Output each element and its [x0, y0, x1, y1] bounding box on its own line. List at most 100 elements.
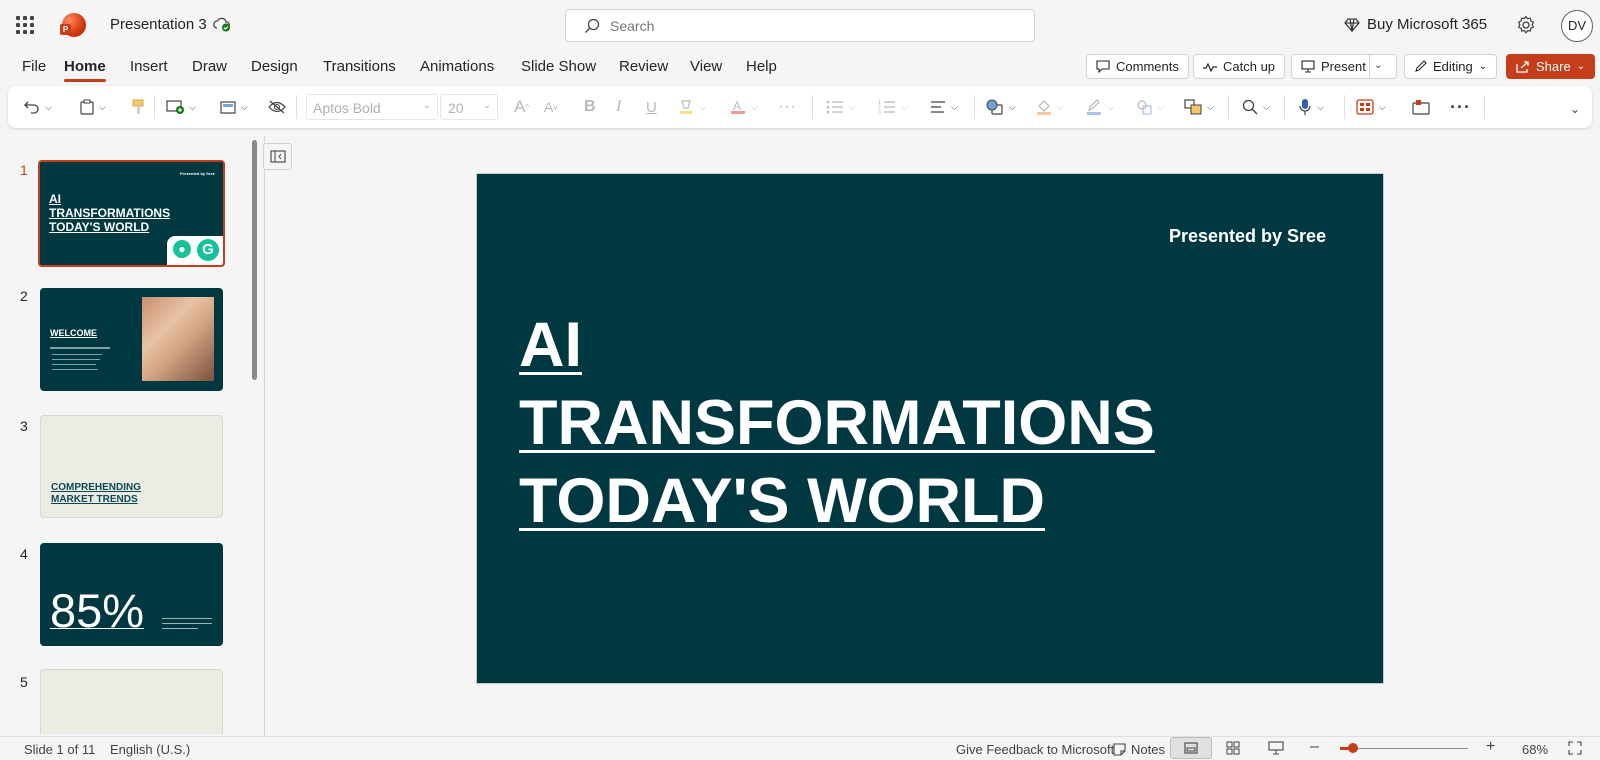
eye-off-icon — [268, 100, 286, 114]
notes-button[interactable]: Notes — [1113, 742, 1165, 757]
clipboard-icon — [80, 99, 94, 115]
designer-button[interactable]: ⌵ — [1356, 96, 1386, 118]
zoom-slider[interactable] — [1340, 743, 1468, 753]
shapes-button[interactable]: ⌵ — [986, 96, 1016, 118]
buy-microsoft-365-link[interactable]: Buy Microsoft 365 — [1344, 16, 1487, 33]
shape-outline-button[interactable]: ⌵ — [1086, 96, 1114, 118]
tab-review[interactable]: Review — [619, 58, 668, 75]
zoom-in-icon[interactable]: + — [1486, 738, 1495, 756]
search-input[interactable] — [610, 17, 990, 34]
thumb-text-line — [50, 347, 110, 349]
find-button[interactable]: ⌵ — [1242, 96, 1270, 118]
hide-slide-button[interactable] — [268, 96, 286, 118]
slide-number: 2 — [20, 288, 28, 304]
app-launcher-icon[interactable] — [16, 16, 34, 34]
gear-icon[interactable] — [1516, 15, 1536, 35]
grammarly-g-icon[interactable]: G — [197, 239, 219, 261]
font-name-select[interactable]: Aptos Bold ⌄ — [306, 94, 438, 120]
chevron-down-icon: ⌵ — [1317, 101, 1324, 112]
more-options-icon[interactable]: ··· — [1450, 96, 1471, 118]
search-box[interactable] — [565, 9, 1035, 42]
grammarly-widget[interactable]: ● G — [167, 236, 223, 265]
catch-up-button[interactable]: Catch up — [1193, 54, 1286, 79]
tab-draw[interactable]: Draw — [192, 58, 227, 75]
tab-view[interactable]: View — [690, 58, 722, 75]
more-font-options-icon[interactable]: ··· — [778, 96, 797, 118]
paste-button[interactable]: ⌵ — [80, 96, 106, 118]
tab-home[interactable]: Home — [64, 58, 106, 82]
format-painter-icon — [132, 99, 144, 114]
thumb-title: WELCOME — [50, 328, 97, 338]
highlight-button[interactable]: ⌵ — [678, 96, 706, 118]
shape-effects-button[interactable]: ⌵ — [1136, 96, 1164, 118]
tab-animations[interactable]: Animations — [420, 58, 494, 75]
reading-view-icon[interactable] — [1268, 741, 1284, 755]
bullet-list-icon — [826, 100, 843, 114]
comments-button[interactable]: Comments — [1086, 54, 1189, 79]
thumb-title-line: TRANSFORMATIONS — [49, 206, 171, 220]
format-painter-button[interactable] — [132, 96, 144, 118]
title-bar: Presentation 3 Buy Microsoft 365 DV — [0, 0, 1600, 50]
new-slide-button[interactable]: ⌵ — [166, 96, 196, 118]
ribbon-separator — [974, 95, 975, 119]
underline-icon[interactable]: U — [646, 96, 657, 118]
powerpoint-logo-icon[interactable] — [60, 13, 86, 37]
italic-icon[interactable]: I — [616, 96, 621, 118]
slide-thumbnail-1[interactable]: Presented by Sree AI TRANSFORMATIONS TOD… — [38, 160, 225, 267]
slide-title[interactable]: AI TRANSFORMATIONS TODAY'S WORLD — [519, 306, 1155, 540]
chevron-down-icon: ⌵ — [1107, 101, 1114, 112]
numbering-button[interactable]: 123 ⌵ — [878, 96, 908, 118]
tab-design[interactable]: Design — [251, 58, 298, 75]
language-indicator[interactable]: English (U.S.) — [110, 742, 190, 757]
document-title[interactable]: Presentation 3 — [110, 16, 207, 33]
layout-button[interactable]: ⌵ — [220, 96, 248, 118]
ribbon-separator — [1344, 95, 1345, 119]
bulb-icon[interactable]: ● — [173, 240, 191, 258]
tab-transitions[interactable]: Transitions — [323, 58, 396, 75]
present-dropdown-chevron-icon[interactable]: ⌄ — [1374, 60, 1382, 71]
zoom-level[interactable]: 68% — [1522, 742, 1548, 757]
font-color-button[interactable]: A ⌵ — [730, 96, 758, 118]
ribbon-separator — [296, 95, 297, 119]
slide-sorter-icon[interactable] — [1226, 741, 1240, 755]
normal-view-icon — [1184, 742, 1198, 754]
bullets-button[interactable]: ⌵ — [826, 96, 856, 118]
fit-to-window-icon[interactable] — [1568, 741, 1582, 755]
decrease-font-size-icon[interactable]: Av — [544, 96, 557, 118]
slide-thumbnail-4[interactable]: 85% — [40, 543, 223, 646]
thumb-photo — [142, 297, 214, 381]
tab-slide-show[interactable]: Slide Show — [521, 58, 596, 75]
slide-thumbnail-3[interactable]: COMPREHENDING MARKET TRENDS — [40, 415, 223, 518]
arrange-button[interactable]: ⌵ — [1184, 96, 1214, 118]
zoom-slider-thumb[interactable] — [1348, 743, 1358, 753]
share-button[interactable]: Share ⌄ — [1506, 54, 1596, 79]
catch-up-label: Catch up — [1223, 59, 1276, 74]
thumbnail-scrollbar[interactable] — [252, 140, 257, 380]
bold-icon[interactable]: B — [584, 96, 596, 118]
tab-insert[interactable]: Insert — [130, 58, 168, 75]
collapse-panel-button[interactable] — [263, 143, 292, 170]
expand-ribbon-chevron-icon[interactable]: ⌄ — [1570, 98, 1580, 120]
presented-by-text[interactable]: Presented by Sree — [1169, 226, 1326, 247]
designer-icon — [1356, 99, 1374, 115]
zoom-out-icon[interactable]: – — [1310, 738, 1319, 756]
slide-thumbnail-2[interactable]: WELCOME — [40, 288, 223, 391]
dictate-button[interactable]: ⌵ — [1298, 96, 1324, 118]
undo-icon — [24, 101, 39, 114]
slide-canvas[interactable]: Presented by Sree AI TRANSFORMATIONS TOD… — [476, 173, 1384, 684]
undo-button[interactable]: ⌵ — [24, 96, 52, 118]
increase-font-size-icon[interactable]: A ^ — [514, 96, 529, 118]
shape-fill-button[interactable]: ⌵ — [1036, 96, 1064, 118]
addins-button[interactable] — [1412, 96, 1430, 118]
align-button[interactable]: ⌵ — [930, 96, 958, 118]
editing-mode-button[interactable]: Editing ⌄ — [1404, 54, 1498, 79]
avatar[interactable]: DV — [1561, 10, 1593, 42]
tab-help[interactable]: Help — [746, 58, 777, 75]
normal-view-button[interactable] — [1170, 737, 1212, 759]
slide-thumbnail-5[interactable] — [40, 669, 223, 734]
tab-file[interactable]: File — [22, 58, 46, 75]
font-size-select[interactable]: 20 ⌄ — [440, 94, 498, 120]
cloud-saved-icon[interactable] — [213, 16, 231, 32]
chevron-down-icon: ⌵ — [1207, 101, 1214, 112]
feedback-link[interactable]: Give Feedback to Microsoft — [956, 742, 1114, 757]
